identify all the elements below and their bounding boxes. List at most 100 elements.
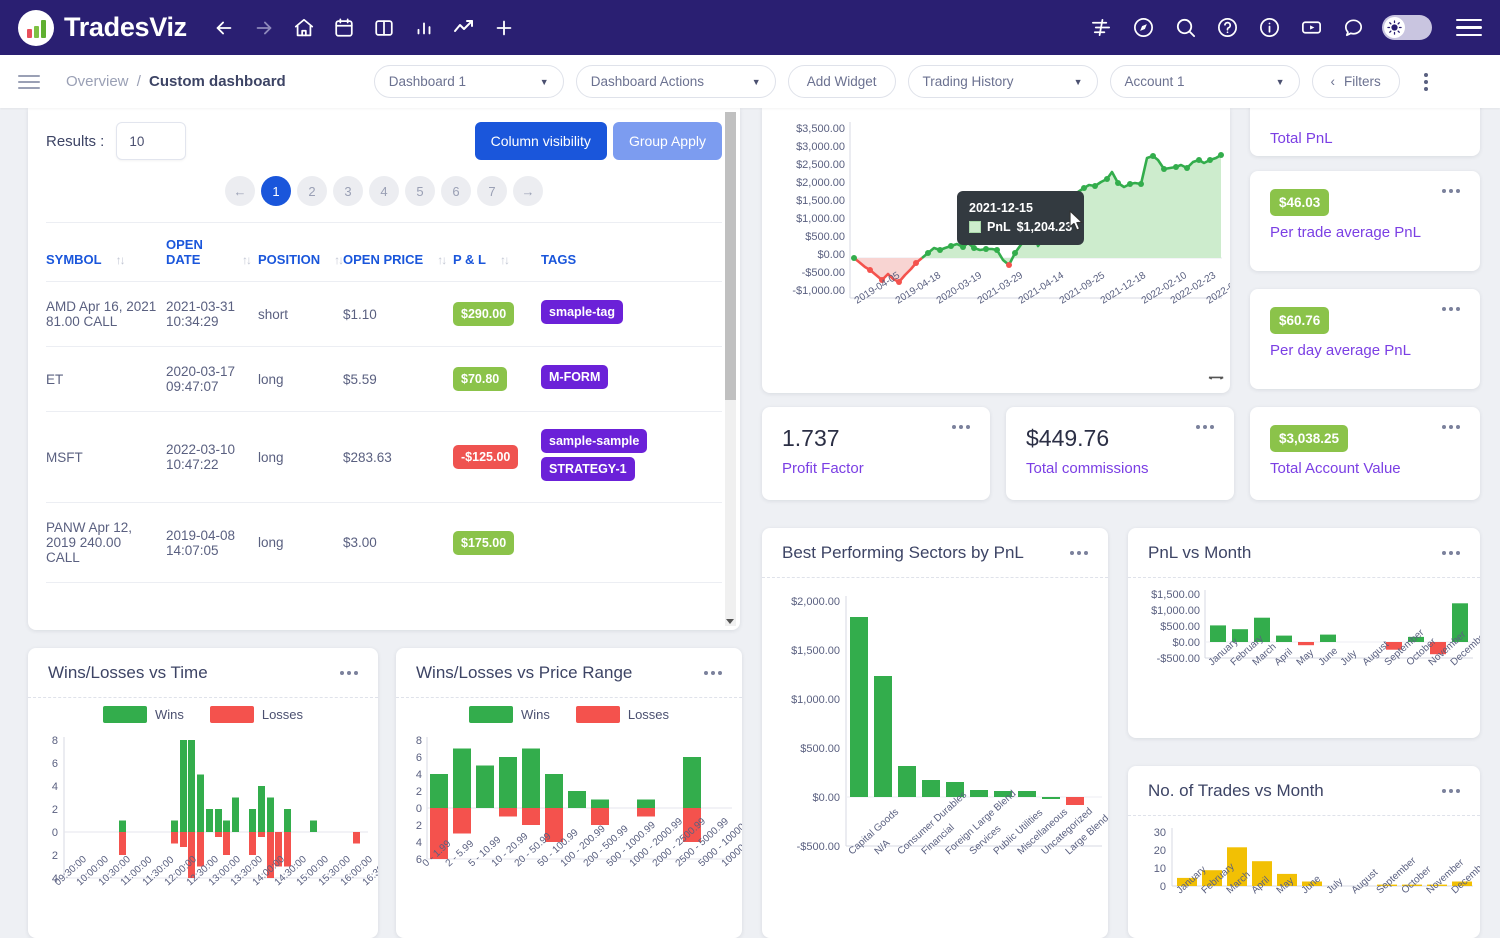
bar-win[interactable] xyxy=(683,757,701,808)
bar-loss[interactable] xyxy=(171,832,178,844)
bar-loss[interactable] xyxy=(223,832,230,855)
info-icon[interactable] xyxy=(1256,15,1282,41)
bar-win[interactable] xyxy=(188,740,195,832)
tag-badge[interactable]: STRATEGY-1 xyxy=(541,457,635,481)
legend-item-losses[interactable]: Losses xyxy=(575,706,669,723)
bar-april[interactable] xyxy=(1276,635,1292,642)
bar-large-blend[interactable] xyxy=(1066,797,1084,805)
add-icon[interactable] xyxy=(491,15,517,41)
widget-menu-icon[interactable] xyxy=(1442,425,1460,429)
toolbar-overflow-menu-icon[interactable] xyxy=(1423,72,1428,91)
calendar-icon[interactable] xyxy=(331,15,357,41)
table-row[interactable]: PANW Apr 12, 2019 240.00 CALL 2019-04-08… xyxy=(46,502,722,583)
bar-loss[interactable] xyxy=(215,832,222,837)
theme-toggle[interactable] xyxy=(1382,15,1432,40)
pagination-page-4[interactable]: 4 xyxy=(369,176,399,206)
bar-miscellaneous[interactable] xyxy=(1018,791,1036,797)
bar-win[interactable] xyxy=(545,774,563,808)
group-apply-button[interactable]: Group Apply xyxy=(612,122,722,160)
pagination-page-3[interactable]: 3 xyxy=(333,176,363,206)
bar-win[interactable] xyxy=(249,809,256,832)
table-row[interactable]: AMD Apr 16, 2021 81.00 CALL 2021-03-31 1… xyxy=(46,281,722,347)
tag-badge[interactable]: smaple-tag xyxy=(541,300,623,324)
column-header-open-price[interactable]: OPEN PRICE ↑↓ xyxy=(343,222,453,282)
bar-win[interactable] xyxy=(522,748,540,809)
column-header-tags[interactable]: TAGS xyxy=(541,222,722,282)
bar-loss[interactable] xyxy=(119,832,126,855)
bar-win[interactable] xyxy=(430,774,448,808)
bar-loss[interactable] xyxy=(637,808,655,817)
best-performing-sectors-chart[interactable]: $2,000.00 $1,500.00 $1,000.00 $500.00 $0… xyxy=(762,578,1108,936)
video-icon[interactable] xyxy=(1298,15,1324,41)
bar-loss[interactable] xyxy=(591,808,609,825)
bar-win[interactable] xyxy=(310,820,317,833)
bar-may[interactable] xyxy=(1298,642,1314,646)
compass-icon[interactable] xyxy=(1130,15,1156,41)
sidebar-toggle-icon[interactable] xyxy=(18,74,40,89)
back-icon[interactable] xyxy=(211,15,237,41)
table-vertical-scrollbar[interactable] xyxy=(725,112,736,626)
scrollbar-thumb[interactable] xyxy=(725,112,736,400)
column-header-symbol[interactable]: SYMBOL ↑↓ xyxy=(46,222,166,282)
wins-losses-vs-time-chart[interactable]: 8 6 4 2 0 2 4 09:30:00 10:00:00 10:30:00… xyxy=(28,723,378,929)
tag-badge[interactable]: sample-sample xyxy=(541,429,648,453)
bar-loss[interactable] xyxy=(180,832,187,847)
bar-loss[interactable] xyxy=(353,832,360,844)
bar-loss[interactable] xyxy=(249,832,256,855)
pnl-vs-month-chart[interactable]: $1,500.00 $1,000.00 $500.00 $0.00 -$500.… xyxy=(1128,578,1480,736)
bar-services[interactable] xyxy=(970,790,988,797)
dashboard-actions-select[interactable]: Dashboard Actions ▼ xyxy=(575,65,776,98)
dashboard-select[interactable]: Dashboard 1 ▼ xyxy=(373,65,564,98)
layout-icon[interactable] xyxy=(371,15,397,41)
bar-loss[interactable] xyxy=(522,808,540,825)
pagination-next[interactable]: → xyxy=(513,176,543,206)
pagination-page-1[interactable]: 1 xyxy=(261,176,291,206)
tag-badge[interactable]: M-FORM xyxy=(541,365,609,389)
bar-win[interactable] xyxy=(197,774,204,833)
chat-icon[interactable] xyxy=(1340,15,1366,41)
column-header-pnl[interactable]: P & L ↑↓ xyxy=(453,222,541,282)
bar-consumer-durables[interactable] xyxy=(898,766,916,797)
filters-button[interactable]: ‹ Filters xyxy=(1311,65,1400,98)
legend-item-wins[interactable]: Wins xyxy=(468,706,550,723)
no-of-trades-vs-month-chart[interactable]: 30 20 10 0 January February March April … xyxy=(1128,816,1480,938)
search-icon[interactable] xyxy=(1172,15,1198,41)
bar-na[interactable] xyxy=(874,676,892,797)
bar-win[interactable] xyxy=(223,820,230,833)
pagination-page-2[interactable]: 2 xyxy=(297,176,327,206)
bar-financial[interactable] xyxy=(922,780,940,797)
pagination-page-6[interactable]: 6 xyxy=(441,176,471,206)
bar-win[interactable] xyxy=(267,797,274,833)
legend-item-wins[interactable]: Wins xyxy=(102,706,184,723)
bar-win[interactable] xyxy=(568,791,586,808)
widget-menu-icon[interactable] xyxy=(704,670,722,675)
pagination-page-5[interactable]: 5 xyxy=(405,176,435,206)
bar-win[interactable] xyxy=(591,799,609,809)
filters-flow-icon[interactable] xyxy=(1088,15,1114,41)
bar-win[interactable] xyxy=(206,809,213,832)
account-select[interactable]: Account 1 ▼ xyxy=(1109,65,1300,98)
bar-loss[interactable] xyxy=(453,808,471,834)
widget-menu-icon[interactable] xyxy=(340,670,358,675)
bar-win[interactable] xyxy=(453,748,471,809)
forward-icon[interactable] xyxy=(251,15,277,41)
bar-win[interactable] xyxy=(284,809,291,832)
bar-win[interactable] xyxy=(180,740,187,832)
bar-win[interactable] xyxy=(119,820,126,833)
breadcrumb-root[interactable]: Overview xyxy=(66,73,129,90)
bar-chart-icon[interactable] xyxy=(411,15,437,41)
trend-icon[interactable] xyxy=(451,15,477,41)
main-menu-icon[interactable] xyxy=(1456,18,1482,37)
add-widget-button[interactable]: Add Widget xyxy=(787,65,896,98)
bar-win[interactable] xyxy=(232,797,239,833)
trading-history-select[interactable]: Trading History ▼ xyxy=(907,65,1098,98)
scroll-down-arrow-icon[interactable] xyxy=(726,619,734,624)
bar-loss[interactable] xyxy=(499,808,517,817)
home-icon[interactable] xyxy=(291,15,317,41)
bar-win[interactable] xyxy=(215,809,222,832)
equity-curve-chart[interactable]: $3,500.00 $3,000.00 $2,500.00 $2,000.00 … xyxy=(762,108,1230,393)
widget-menu-icon[interactable] xyxy=(1442,307,1460,311)
legend-item-losses[interactable]: Losses xyxy=(209,706,303,723)
table-row[interactable]: ET 2020-03-17 09:47:07 long $5.59 $70.80… xyxy=(46,346,722,412)
brand[interactable]: TradesViz xyxy=(18,9,187,46)
